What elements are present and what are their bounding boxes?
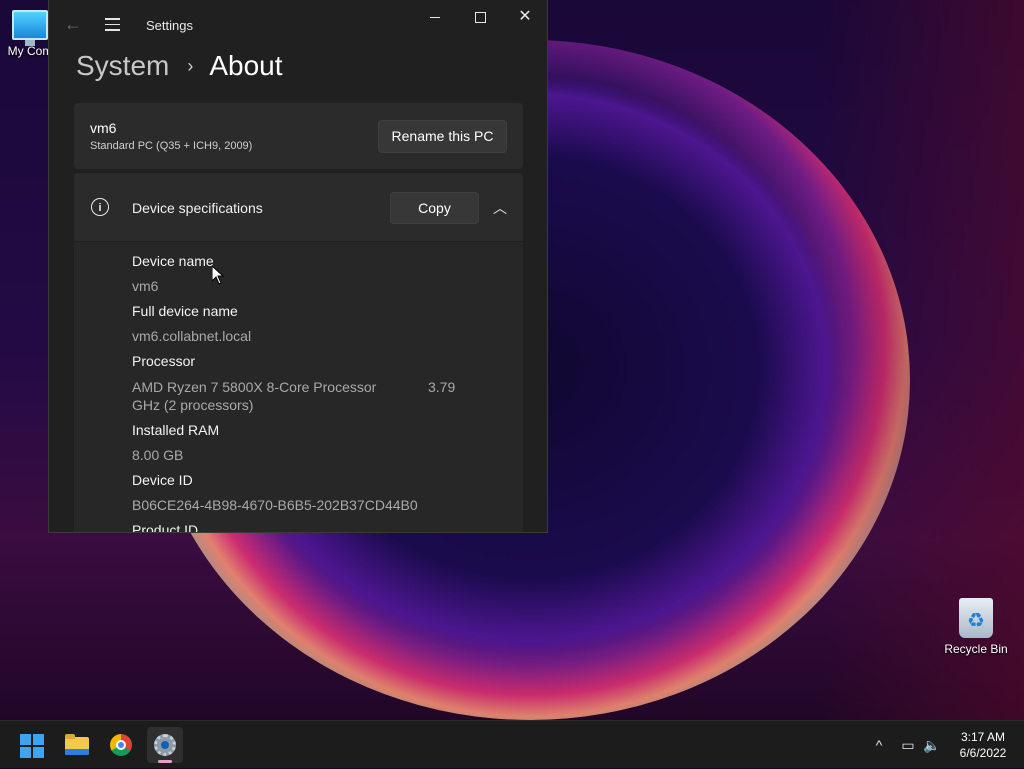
settings-taskbar-button[interactable] (147, 727, 183, 763)
clock[interactable]: 3:17 AM 6/6/2022 (948, 729, 1018, 761)
spec-label: Product ID (132, 522, 199, 533)
spec-value: AMD Ryzen 7 5800X 8-Core Processor (132, 379, 377, 395)
spec-label: Device name (132, 253, 214, 269)
gear-icon (154, 734, 176, 756)
pc-name: vm6 (90, 120, 117, 136)
breadcrumb: System › About (76, 48, 283, 84)
computer-icon (12, 10, 48, 46)
volume-icon[interactable]: 🔈 (920, 721, 944, 769)
spec-device-name: Device name vm6 (132, 253, 214, 294)
copy-button[interactable]: Copy (390, 192, 479, 224)
minimize-button[interactable] (417, 6, 453, 30)
hamburger-menu-icon[interactable] (103, 14, 123, 34)
spec-label: Device ID (132, 472, 193, 488)
file-explorer-button[interactable] (59, 727, 95, 763)
title-bar[interactable]: ← Settings ✕ (49, 0, 547, 48)
spec-value: B06CE264-4B98-4670-B6B5-202B37CD44B0 (132, 497, 418, 513)
maximize-button[interactable] (462, 6, 498, 30)
chevron-up-icon: ^ (875, 737, 883, 753)
spec-full-device-name: Full device name vm6.collabnet.local (132, 303, 251, 344)
show-hidden-icons-button[interactable]: ^ (868, 721, 890, 769)
page-title: About (209, 50, 283, 81)
close-icon: ✕ (518, 8, 532, 25)
spec-value: 8.00 GB (132, 447, 184, 463)
folder-icon (65, 734, 89, 755)
breadcrumb-system[interactable]: System (76, 50, 169, 82)
pc-model: Standard PC (Q35 + ICH9, 2009) (90, 140, 253, 152)
taskbar: ^ ▭ 🔈 3:17 AM 6/6/2022 (0, 720, 1024, 768)
windows-logo-icon (20, 734, 44, 758)
close-button[interactable]: ✕ (507, 6, 543, 30)
spec-label: Installed RAM (132, 422, 220, 438)
active-indicator (158, 760, 172, 763)
info-icon: i (91, 198, 109, 216)
spec-value: GHz (2 processors) (132, 397, 254, 413)
spec-processor: Processor AMD Ryzen 7 5800X 8-Core Proce… (132, 353, 472, 413)
desktop-icon-recycle-bin[interactable]: ♻ Recycle Bin (940, 598, 1012, 656)
device-specifications-body: Device name vm6 Full device name vm6.col… (74, 242, 523, 533)
device-specifications-title: Device specifications (132, 200, 263, 216)
spec-value-speed: 3.79 (428, 379, 456, 395)
maximize-icon (474, 12, 486, 23)
recycle-bin-icon: ♻ (959, 598, 993, 638)
clock-date: 6/6/2022 (959, 746, 1007, 760)
spec-label: Processor (132, 353, 196, 369)
spec-label: Full device name (132, 303, 238, 319)
chevron-up-icon[interactable]: ︿ (487, 195, 513, 221)
spec-value: vm6 (132, 278, 159, 294)
window-title: Settings (146, 18, 193, 33)
settings-window: ← Settings ✕ System › About vm6 Standard… (48, 0, 548, 533)
start-button[interactable] (14, 727, 50, 763)
network-icon[interactable]: ▭ (896, 721, 920, 769)
rename-pc-button[interactable]: Rename this PC (378, 120, 507, 153)
desktop-icon-label: Recycle Bin (944, 642, 1008, 656)
back-arrow-icon[interactable]: ← (63, 14, 83, 34)
chevron-right-icon: › (187, 55, 194, 76)
minimize-icon (430, 17, 440, 18)
spec-installed-ram: Installed RAM 8.00 GB (132, 422, 219, 463)
chrome-button[interactable] (103, 727, 139, 763)
pc-name-card: vm6 Standard PC (Q35 + ICH9, 2009) Renam… (74, 103, 523, 169)
clock-time: 3:17 AM (960, 730, 1006, 744)
spec-value: vm6.collabnet.local (132, 328, 252, 344)
spec-device-id: Device ID B06CE264-4B98-4670-B6B5-202B37… (132, 472, 418, 513)
chrome-icon (110, 734, 132, 756)
spec-product-id: Product ID (132, 522, 199, 533)
device-specifications-header[interactable]: i Device specifications Copy ︿ (74, 173, 523, 241)
